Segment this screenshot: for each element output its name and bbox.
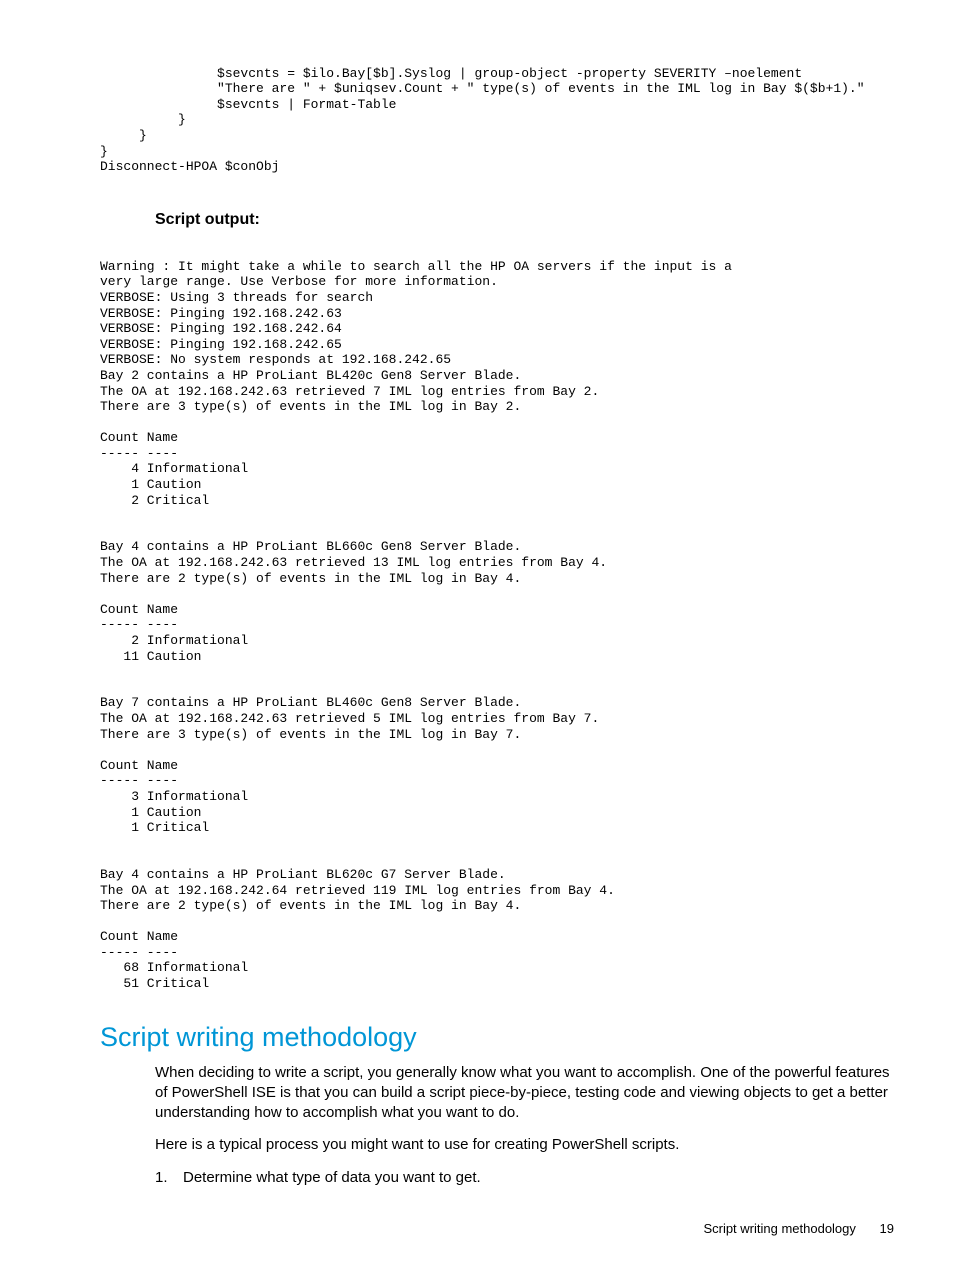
section-heading: Script writing methodology	[100, 1022, 894, 1053]
code-line: }	[100, 112, 186, 127]
list-text: Determine what type of data you want to …	[183, 1169, 481, 1186]
script-output-block: Warning : It might take a while to searc…	[100, 259, 894, 992]
page-container: $sevcnts = $ilo.Bay[$b].Syslog | group-o…	[0, 0, 954, 1228]
footer-label: Script writing methodology	[703, 1221, 855, 1236]
code-line: }	[100, 144, 108, 159]
code-line: }	[100, 128, 147, 143]
code-line: $sevcnts | Format-Table	[100, 97, 396, 112]
script-output-heading: Script output:	[155, 211, 894, 229]
code-line: $sevcnts = $ilo.Bay[$b].Syslog | group-o…	[100, 66, 802, 81]
page-footer: Script writing methodology 19	[703, 1221, 894, 1236]
body-paragraph: When deciding to write a script, you gen…	[155, 1063, 894, 1124]
code-block: $sevcnts = $ilo.Bay[$b].Syslog | group-o…	[100, 50, 894, 175]
body-paragraph: Here is a typical process you might want…	[155, 1135, 894, 1155]
code-line: "There are " + $uniqsev.Count + " type(s…	[100, 81, 865, 96]
code-line: Disconnect-HPOA $conObj	[100, 159, 279, 174]
numbered-list-item: 1.Determine what type of data you want t…	[155, 1168, 894, 1188]
footer-page-number: 19	[880, 1221, 894, 1236]
list-number: 1.	[155, 1168, 183, 1188]
